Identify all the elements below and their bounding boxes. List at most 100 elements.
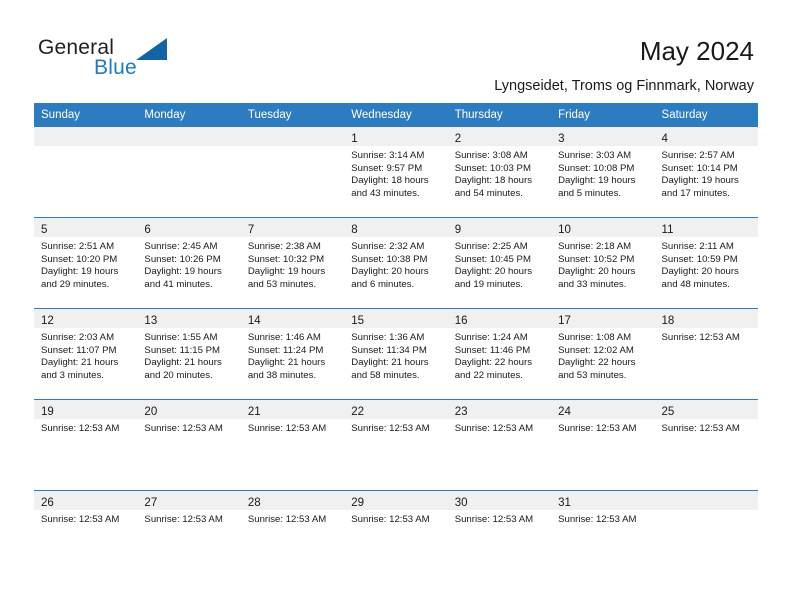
day-info-line: and 6 minutes.: [351, 278, 415, 290]
page-title: May 2024: [639, 36, 754, 66]
day-cell-details: Sunrise: 2:18 AM Sunset: 10:52 PM Daylight…: [551, 237, 654, 291]
day-info-line: and 53 minutes.: [247, 278, 317, 290]
calendar-day-cell[interactable]: 24 Sunrise: 12:53 AM: [551, 399, 655, 491]
calendar-day-cell[interactable]: 26 Sunrise: 12:53 AM: [34, 490, 138, 581]
calendar-day-cell[interactable]: 11 Sunrise: 2:11 AM Sunset: 10:59 PM Daylig…: [654, 217, 758, 309]
day-number: 20: [144, 406, 158, 418]
day-cell-details: Sunrise: 3:08 AM Sunset: 10:03 PM Daylight…: [448, 146, 551, 200]
calendar-day-cell[interactable]: 2 Sunrise: 3:08 AM Sunset: 10:03 PM Dayligh…: [447, 126, 552, 218]
day-cell-details: Sunrise: 2:45 AM Sunset: 10:26 PM Daylight…: [137, 237, 240, 291]
day-info-line: Sunrise: 12:53 AM: [144, 423, 223, 434]
day-number: 30: [454, 497, 468, 509]
day-cell-inner: 19 Sunrise: 12:53 AM: [34, 400, 138, 490]
day-cell-details: [241, 146, 344, 150]
day-info-line: Sunrise: 2:45 AM: [144, 241, 218, 252]
day-number-strip: [240, 127, 345, 146]
day-cell-inner: 3 Sunrise: 3:03 AM Sunset: 10:08 PM Dayligh…: [551, 127, 655, 217]
day-info-line: Sunrise: 12:53 AM: [351, 423, 430, 434]
day-info-line: Sunset: 11:46 PM: [454, 344, 531, 356]
calendar-day-cell[interactable]: 19 Sunrise: 12:53 AM: [34, 399, 138, 491]
day-number-strip: 30: [447, 491, 552, 510]
calendar-day-cell[interactable]: 25 Sunrise: 12:53 AM: [654, 399, 758, 491]
calendar-day-cell[interactable]: 13 Sunrise: 1:55 AM Sunset: 11:15 PM Daylig…: [137, 308, 241, 400]
day-cell-inner: 18 Sunrise: 12:53 AM: [654, 309, 758, 399]
day-cell-inner: 7 Sunrise: 2:38 AM Sunset: 10:32 PM Dayligh…: [240, 218, 345, 308]
calendar-day-cell[interactable]: 21 Sunrise: 12:53 AM: [240, 399, 345, 491]
day-number: 9: [454, 224, 462, 236]
day-cell-details: Sunrise: 12:53 AM: [241, 510, 344, 527]
calendar-container: Sunday Monday Tuesday Wednesday Thursday Frid…: [34, 103, 758, 581]
day-number-strip: 22: [344, 400, 448, 419]
calendar-day-cell[interactable]: 10 Sunrise: 2:18 AM Sunset: 10:52 PM Daylig…: [551, 217, 655, 309]
day-cell-details: Sunrise: 12:53 AM: [241, 419, 344, 436]
calendar-day-cell[interactable]: 5 Sunrise: 2:51 AM Sunset: 10:20 PM Dayligh…: [34, 217, 138, 309]
day-info-line: Sunrise: 1:46 AM: [247, 332, 321, 343]
day-number-strip: 11: [654, 218, 758, 237]
day-info-line: Sunrise: 3:03 AM: [558, 150, 632, 161]
day-cell-inner: 22 Sunrise: 12:53 AM: [344, 400, 448, 490]
calendar-day-cell[interactable]: 7 Sunrise: 2:38 AM Sunset: 10:32 PM Dayligh…: [240, 217, 345, 309]
day-cell-inner: 27 Sunrise: 12:53 AM: [137, 491, 241, 581]
calendar-day-cell[interactable]: 4 Sunrise: 2:57 AM Sunset: 10:14 PM Dayligh…: [654, 126, 758, 218]
calendar-day-cell[interactable]: 8 Sunrise: 2:32 AM Sunset: 10:38 PM Dayligh…: [344, 217, 448, 309]
day-cell-details: Sunrise: 12:53 AM: [34, 510, 137, 527]
day-info-line: Daylight: 21 hours: [144, 357, 222, 369]
day-number: 3: [558, 133, 565, 145]
day-info-line: Daylight: 18 hours: [454, 175, 533, 187]
calendar-day-cell[interactable]: 17 Sunrise: 1:08 AM Sunset: 12:02 AM Daylig…: [551, 308, 655, 400]
calendar-day-cell[interactable]: 28 Sunrise: 12:53 AM: [240, 490, 345, 581]
day-number: 6: [144, 224, 151, 236]
calendar-day-cell[interactable]: 1 Sunrise: 3:14 AM Sunset: 9:57 PM Daylight…: [344, 126, 448, 218]
day-cell-inner: 28 Sunrise: 12:53 AM: [240, 491, 345, 581]
day-info-line: Sunset: 9:57 PM: [351, 162, 423, 174]
day-info-line: Sunrise: 2:32 AM: [351, 241, 425, 252]
calendar-day-cell[interactable]: 29 Sunrise: 12:53 AM: [344, 490, 448, 581]
day-number-strip: 12: [34, 309, 138, 328]
day-info-line: and 41 minutes.: [144, 278, 213, 290]
day-info-line: Sunset: 10:14 PM: [661, 162, 738, 174]
day-info-line: Daylight: 21 hours: [351, 357, 429, 369]
day-number-strip: 18: [654, 309, 758, 328]
day-number-strip: 16: [447, 309, 552, 328]
day-info-line: and 33 minutes.: [558, 278, 627, 290]
day-info-line: and 20 minutes.: [144, 369, 213, 381]
day-cell-details: Sunrise: 12:53 AM: [34, 419, 137, 436]
day-cell-details: Sunrise: 2:25 AM Sunset: 10:45 PM Daylight…: [448, 237, 551, 291]
day-info-line: and 19 minutes.: [454, 278, 523, 290]
day-info-line: Sunset: 10:20 PM: [41, 253, 118, 265]
calendar-day-cell[interactable]: 12 Sunrise: 2:03 AM Sunset: 11:07 PM Daylig…: [34, 308, 138, 400]
calendar-day-cell[interactable]: 18 Sunrise: 12:53 AM: [654, 308, 758, 400]
day-number-strip: 20: [137, 400, 241, 419]
day-info-line: Sunset: 10:59 PM: [661, 253, 738, 265]
day-number-strip: 28: [240, 491, 345, 510]
calendar-day-cell[interactable]: 27 Sunrise: 12:53 AM: [137, 490, 241, 581]
general-blue-logo[interactable]: General Blue: [38, 36, 258, 84]
day-info-line: Sunrise: 3:08 AM: [454, 150, 528, 161]
day-number-strip: 21: [240, 400, 345, 419]
day-info-line: Sunset: 11:15 PM: [144, 344, 220, 356]
calendar-day-cell[interactable]: 31 Sunrise: 12:53 AM: [551, 490, 655, 581]
day-number-strip: 13: [137, 309, 241, 328]
weekday-header-monday: Monday: [137, 103, 241, 127]
day-cell-inner: 17 Sunrise: 1:08 AM Sunset: 12:02 AM Daylig…: [551, 309, 655, 399]
day-number-strip: 24: [551, 400, 655, 419]
day-info-line: Sunset: 10:08 PM: [558, 162, 635, 174]
day-info-line: Daylight: 22 hours: [454, 357, 533, 369]
calendar-day-cell[interactable]: 20 Sunrise: 12:53 AM: [137, 399, 241, 491]
calendar-day-cell[interactable]: 22 Sunrise: 12:53 AM: [344, 399, 448, 491]
calendar-day-cell[interactable]: 23 Sunrise: 12:53 AM: [447, 399, 552, 491]
day-number-strip: 10: [551, 218, 655, 237]
calendar-day-cell[interactable]: 16 Sunrise: 1:24 AM Sunset: 11:46 PM Daylig…: [447, 308, 552, 400]
calendar-day-cell[interactable]: 15 Sunrise: 1:36 AM Sunset: 11:34 PM Daylig…: [344, 308, 448, 400]
calendar-day-cell[interactable]: 14 Sunrise: 1:46 AM Sunset: 11:24 PM Daylig…: [240, 308, 345, 400]
calendar-day-cell[interactable]: 6 Sunrise: 2:45 AM Sunset: 10:26 PM Dayligh…: [137, 217, 241, 309]
calendar-day-cell[interactable]: 3 Sunrise: 3:03 AM Sunset: 10:08 PM Dayligh…: [551, 126, 655, 218]
day-number-strip: 6: [137, 218, 241, 237]
weekday-header-thursday: Thursday: [447, 103, 552, 127]
weekday-header-saturday: Saturday: [654, 103, 758, 127]
calendar-day-cell[interactable]: 9 Sunrise: 2:25 AM Sunset: 10:45 PM Dayligh…: [447, 217, 552, 309]
calendar-day-cell[interactable]: 30 Sunrise: 12:53 AM: [447, 490, 552, 581]
day-info-line: Sunrise: 2:57 AM: [661, 150, 735, 161]
day-number: 29: [351, 497, 365, 509]
day-number-strip: 3: [551, 127, 655, 146]
